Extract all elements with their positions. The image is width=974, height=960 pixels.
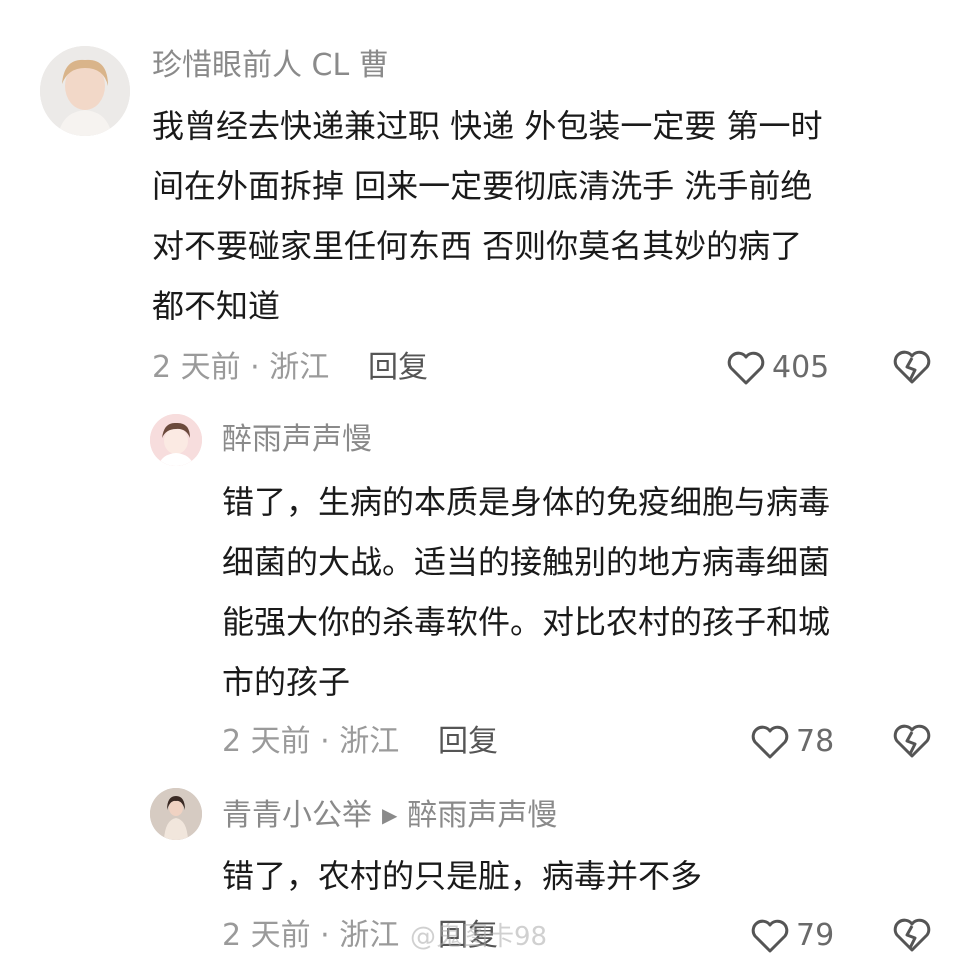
heart-outline-icon bbox=[726, 349, 766, 387]
comment-username[interactable]: 珍惜眼前人 CL 曹 bbox=[152, 46, 389, 86]
comment-meta: 2 天前 · 浙江 bbox=[152, 350, 330, 385]
like-count: 79 bbox=[796, 918, 835, 953]
like-button[interactable]: 79 bbox=[750, 916, 834, 956]
comment-line: 对不要碰家里任何东西 否则你莫名其妙的病了 bbox=[152, 227, 803, 265]
comment-line: 间在外面拆掉 回来一定要彻底清洗手 洗手前绝 bbox=[152, 167, 813, 205]
comment-line: 都不知道 bbox=[152, 287, 281, 325]
comment-meta: 2 天前 · 浙江 bbox=[222, 724, 400, 759]
comment-username: 青青小公举 ▶ 醉雨声声慢 bbox=[222, 796, 557, 838]
comment-line: 错了，生病的本质是身体的免疫细胞与病毒 bbox=[222, 483, 831, 521]
comment-text: 错了，生病的本质是身体的免疫细胞与病毒 细菌的大战。适当的接触别的地方病毒细菌 … bbox=[222, 472, 830, 712]
reply-author[interactable]: 青青小公举 bbox=[222, 798, 372, 833]
avatar[interactable] bbox=[150, 788, 202, 840]
heart-outline-icon bbox=[750, 723, 790, 761]
comment-text: 错了，农村的只是脏，病毒并不多 bbox=[222, 846, 702, 906]
comment-line: 市的孩子 bbox=[222, 663, 351, 701]
like-count: 78 bbox=[796, 724, 835, 759]
comment-username[interactable]: 醉雨声声慢 bbox=[222, 420, 372, 460]
heart-outline-icon bbox=[750, 917, 790, 955]
reply-button[interactable]: 回复 bbox=[438, 722, 498, 762]
dislike-button[interactable] bbox=[892, 916, 932, 958]
like-button[interactable]: 78 bbox=[750, 722, 834, 762]
comment-line: 我曾经去快递兼过职 快递 外包装一定要 第一时 bbox=[152, 107, 823, 145]
watermark: @鬼图卡98 bbox=[410, 922, 548, 952]
dislike-button[interactable] bbox=[892, 722, 932, 764]
like-count: 405 bbox=[772, 350, 830, 385]
broken-heart-icon bbox=[892, 724, 932, 764]
avatar[interactable] bbox=[40, 46, 130, 136]
comment-line: 错了，农村的只是脏，病毒并不多 bbox=[222, 857, 703, 895]
avatar[interactable] bbox=[150, 414, 202, 466]
broken-heart-icon bbox=[892, 918, 932, 958]
comment-line: 细菌的大战。适当的接触别的地方病毒细菌 bbox=[222, 543, 831, 581]
comment-meta: 2 天前 · 浙江 bbox=[222, 918, 400, 953]
like-button[interactable]: 405 bbox=[726, 348, 829, 388]
broken-heart-icon bbox=[892, 350, 932, 390]
reply-button[interactable]: 回复 bbox=[368, 348, 428, 388]
dislike-button[interactable] bbox=[892, 348, 932, 390]
play-arrow-icon: ▶ bbox=[382, 803, 398, 827]
reply-target[interactable]: 醉雨声声慢 bbox=[407, 798, 557, 833]
comment-text: 我曾经去快递兼过职 快递 外包装一定要 第一时 间在外面拆掉 回来一定要彻底清洗… bbox=[152, 96, 823, 336]
comment-line: 能强大你的杀毒软件。对比农村的孩子和城 bbox=[222, 603, 831, 641]
